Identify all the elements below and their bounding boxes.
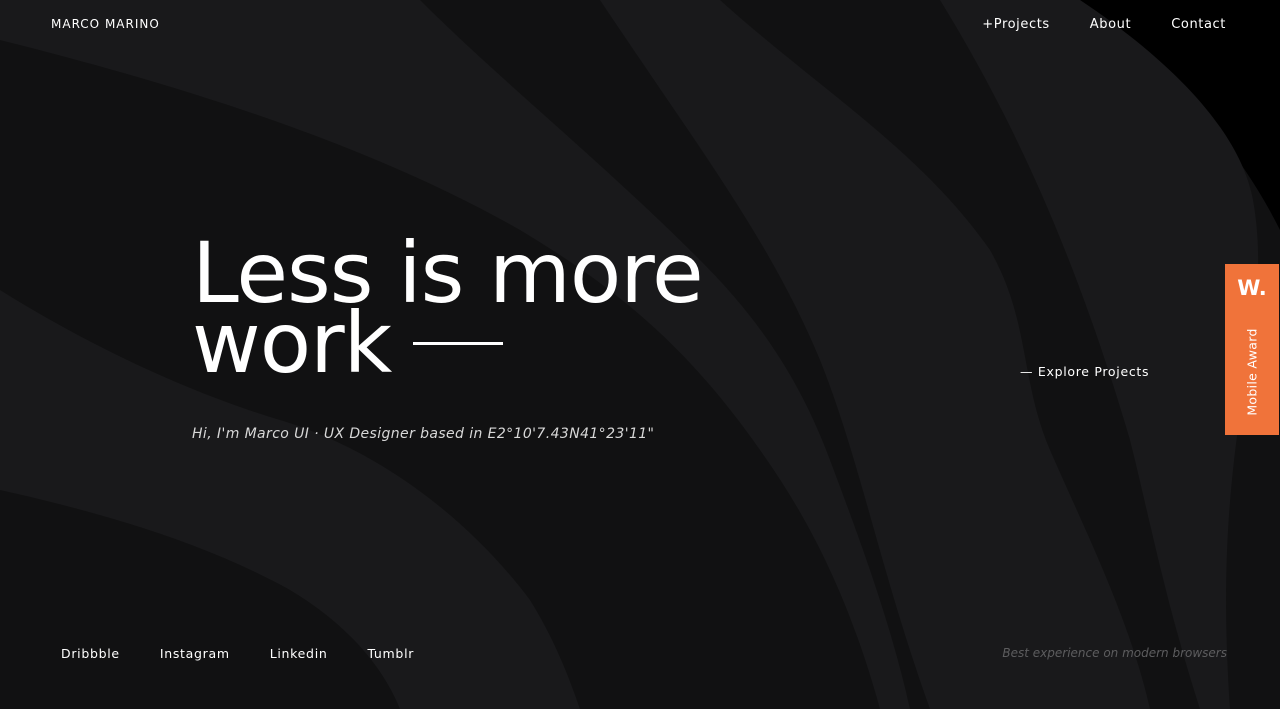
hero-title-line-2-text: work [192,294,392,392]
social-link-instagram[interactable]: Instagram [160,646,230,661]
social-links: Dribbble Instagram Linkedin Tumblr [61,646,414,661]
explore-projects-link[interactable]: — Explore Projects [1020,364,1149,379]
hero-subtitle: Hi, I'm Marco UI · UX Designer based in … [192,426,655,442]
browser-note: Best experience on modern browsers [1002,646,1227,660]
page: MARCO MARINO +Projects About Contact Les… [0,0,1280,709]
brand-logo[interactable]: MARCO MARINO [51,17,160,31]
social-link-dribbble[interactable]: Dribbble [61,646,120,661]
hero-dash-decoration [413,341,504,345]
mobile-award-badge[interactable]: W. Mobile Award [1225,264,1279,435]
main-nav: +Projects About Contact [982,17,1226,32]
nav-item-about[interactable]: About [1090,17,1131,32]
social-link-tumblr[interactable]: Tumblr [368,646,415,661]
hero-title: Less is more work [192,231,704,385]
nav-item-contact[interactable]: Contact [1171,17,1226,32]
social-link-linkedin[interactable]: Linkedin [270,646,328,661]
awwwards-logo-icon: W. [1237,276,1267,300]
nav-item-projects[interactable]: +Projects [982,17,1050,32]
award-label: Mobile Award [1244,328,1260,416]
